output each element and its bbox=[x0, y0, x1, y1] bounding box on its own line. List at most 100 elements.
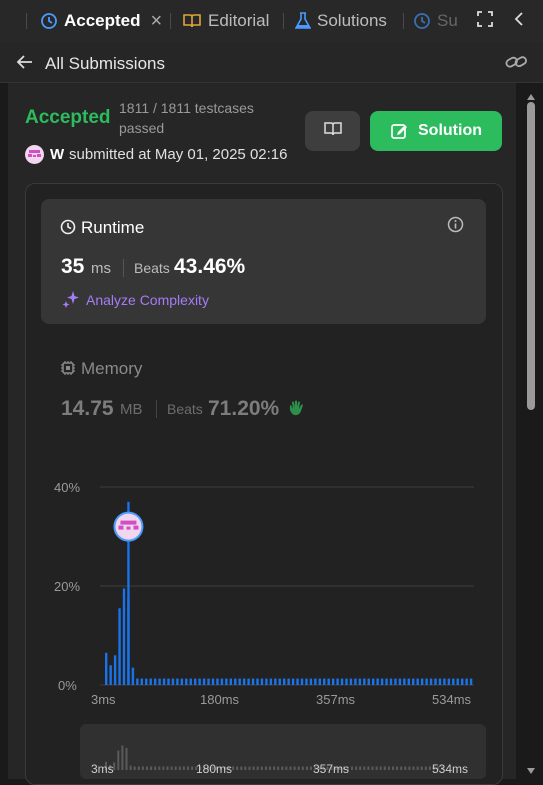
chart-bar[interactable] bbox=[105, 652, 108, 685]
chart-bar[interactable] bbox=[420, 678, 424, 685]
chart-bar[interactable] bbox=[278, 678, 281, 685]
memory-title[interactable]: Memory bbox=[81, 359, 142, 379]
chart-bar[interactable] bbox=[194, 678, 197, 685]
close-icon[interactable]: × bbox=[151, 10, 163, 33]
tab-accepted[interactable]: Accepted × bbox=[40, 0, 162, 42]
chart-bar[interactable] bbox=[202, 678, 206, 685]
chart-bar[interactable] bbox=[176, 678, 179, 685]
chart-bar[interactable] bbox=[300, 678, 304, 685]
chart-bar[interactable] bbox=[149, 678, 152, 685]
chart-bar[interactable] bbox=[336, 678, 339, 685]
chart-bar[interactable] bbox=[296, 678, 299, 685]
info-icon[interactable] bbox=[447, 216, 464, 238]
chart-bar[interactable] bbox=[425, 678, 428, 685]
chart-bar[interactable] bbox=[398, 678, 402, 685]
link-icon[interactable] bbox=[505, 53, 527, 76]
overview-chart[interactable]: 3ms 180ms 357ms 534ms bbox=[80, 724, 486, 779]
chart-bar[interactable] bbox=[162, 678, 166, 685]
chart-bar[interactable] bbox=[260, 678, 264, 685]
chart-bar[interactable] bbox=[118, 608, 121, 685]
chart-bar[interactable] bbox=[380, 678, 384, 685]
username[interactable]: W bbox=[50, 146, 64, 163]
chart-bar[interactable] bbox=[234, 678, 237, 685]
chart-bar[interactable] bbox=[461, 678, 464, 685]
chart-bar[interactable] bbox=[287, 678, 290, 685]
chart-bar[interactable] bbox=[394, 678, 397, 685]
chart-bar[interactable] bbox=[412, 678, 415, 685]
chart-bar[interactable] bbox=[136, 678, 139, 685]
chart-bar[interactable] bbox=[211, 678, 215, 685]
chart-bar[interactable] bbox=[283, 678, 286, 685]
tab-submissions[interactable]: Su bbox=[413, 0, 458, 42]
all-submissions-link[interactable]: All Submissions bbox=[45, 54, 165, 74]
chart-bar[interactable] bbox=[207, 678, 210, 685]
chart-bar[interactable] bbox=[185, 678, 188, 685]
chart-bar[interactable] bbox=[469, 678, 473, 685]
chart-bar[interactable] bbox=[345, 678, 348, 685]
chart-bar[interactable] bbox=[145, 678, 148, 685]
chart-bar[interactable] bbox=[452, 678, 455, 685]
tab-solutions[interactable]: Solutions bbox=[295, 0, 387, 42]
chart-bar[interactable] bbox=[367, 678, 370, 685]
chart-bar[interactable] bbox=[291, 678, 295, 685]
chart-bar[interactable] bbox=[434, 678, 437, 685]
chart-bar[interactable] bbox=[385, 678, 388, 685]
chart-bar[interactable] bbox=[171, 678, 175, 685]
chart-bar[interactable] bbox=[229, 678, 232, 685]
runtime-distribution-chart[interactable]: 40% 20% 0% 3ms 180ms 357ms 534ms bbox=[40, 470, 490, 715]
chart-bar[interactable] bbox=[225, 678, 228, 685]
chart-bar[interactable] bbox=[189, 678, 192, 685]
chart-bar[interactable] bbox=[256, 678, 259, 685]
scroll-down-icon[interactable] bbox=[526, 762, 536, 780]
chart-bar[interactable] bbox=[113, 655, 117, 685]
chart-bar[interactable] bbox=[354, 678, 357, 685]
chart-bar[interactable] bbox=[323, 678, 326, 685]
chart-bar[interactable] bbox=[216, 678, 219, 685]
chart-bar[interactable] bbox=[158, 678, 161, 685]
chart-bar[interactable] bbox=[265, 678, 268, 685]
chart-bar[interactable] bbox=[331, 678, 335, 685]
chart-bar[interactable] bbox=[269, 678, 273, 685]
chart-bar[interactable] bbox=[465, 678, 468, 685]
chart-bar[interactable] bbox=[363, 678, 366, 685]
chart-bar[interactable] bbox=[372, 678, 375, 685]
scrollbar-thumb[interactable] bbox=[527, 102, 535, 410]
chart-bar[interactable] bbox=[274, 678, 277, 685]
chart-bar[interactable] bbox=[251, 678, 255, 685]
tab-editorial[interactable]: Editorial bbox=[182, 0, 269, 42]
chart-bar[interactable] bbox=[153, 678, 157, 685]
chart-bar[interactable] bbox=[247, 678, 250, 685]
chart-bar[interactable] bbox=[429, 678, 433, 685]
chart-bar[interactable] bbox=[238, 678, 241, 685]
chart-bar[interactable] bbox=[131, 667, 135, 685]
chart-bar[interactable] bbox=[140, 678, 143, 685]
chart-bar[interactable] bbox=[438, 678, 442, 685]
chart-bar[interactable] bbox=[407, 678, 410, 685]
arrow-left-icon[interactable] bbox=[16, 54, 34, 75]
chart-bar[interactable] bbox=[198, 678, 201, 685]
chart-bar[interactable] bbox=[314, 678, 317, 685]
collapse-button[interactable] bbox=[513, 0, 525, 42]
chart-bar[interactable] bbox=[340, 678, 344, 685]
fullscreen-button[interactable] bbox=[477, 0, 493, 42]
chart-bar[interactable] bbox=[305, 678, 308, 685]
chart-bar[interactable] bbox=[416, 678, 419, 685]
chart-bar[interactable] bbox=[443, 678, 446, 685]
notes-button[interactable] bbox=[305, 111, 360, 151]
chart-bar[interactable] bbox=[456, 678, 459, 685]
chart-bar[interactable] bbox=[447, 678, 451, 685]
chart-bar[interactable] bbox=[403, 678, 406, 685]
chart-bar[interactable] bbox=[327, 678, 330, 685]
chart-bar[interactable] bbox=[220, 678, 224, 685]
chart-bar[interactable] bbox=[376, 678, 379, 685]
chart-bar[interactable] bbox=[389, 678, 393, 685]
chart-bar[interactable] bbox=[358, 678, 362, 685]
solution-button[interactable]: Solution bbox=[370, 111, 502, 151]
chart-bar[interactable] bbox=[180, 678, 184, 685]
chart-bar[interactable] bbox=[242, 678, 246, 685]
chart-bar[interactable] bbox=[309, 678, 313, 685]
avatar[interactable] bbox=[25, 145, 44, 164]
analyze-complexity-link[interactable]: Analyze Complexity bbox=[86, 292, 209, 308]
chart-bar[interactable] bbox=[318, 678, 321, 685]
chart-bar[interactable] bbox=[109, 665, 112, 685]
